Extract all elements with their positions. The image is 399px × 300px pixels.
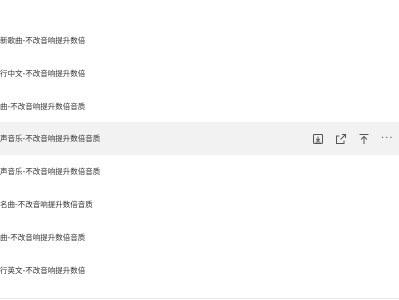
list-item[interactable]: 曲-不改音响提升数倍音质 [0,90,399,123]
divider [0,298,399,299]
playlist-title: 曲-不改音响提升数倍音质 [0,101,86,111]
download-icon[interactable] [312,133,324,145]
list-item[interactable]: 声音乐-不改音响提升数倍音质 [0,155,399,188]
list-item[interactable]: 曲-不改音响提升数倍音质 [0,221,399,254]
list-item[interactable]: 名曲-不改音响提升数倍音质 [0,188,399,221]
more-icon[interactable]: ··· [381,133,393,145]
list-item-hovered[interactable]: 声音乐-不改音响提升数倍音质 ··· [0,122,399,155]
row-actions: ··· [312,122,393,155]
playlist-title: 行英文-不改音响提升数倍 [0,265,86,275]
playlist-title: 声音乐-不改音响提升数倍音质 [0,133,101,143]
playlist-title: 声音乐-不改音响提升数倍音质 [0,166,101,176]
playlist-title: 曲-不改音响提升数倍音质 [0,232,86,242]
playlist-list: 新歌曲-不改音响提升数倍 行中文-不改音响提升数倍 曲-不改音响提升数倍音质 声… [0,0,399,300]
list-item[interactable]: 行英文-不改音响提升数倍 [0,254,399,287]
playlist-title: 行中文-不改音响提升数倍 [0,68,86,78]
pin-to-top-icon[interactable] [358,133,370,145]
list-item[interactable]: 行中文-不改音响提升数倍 [0,57,399,90]
share-icon[interactable] [335,133,347,145]
list-item[interactable]: 新歌曲-不改音响提升数倍 [0,24,399,57]
playlist-title: 新歌曲-不改音响提升数倍 [0,35,86,45]
playlist-title: 名曲-不改音响提升数倍音质 [0,199,93,209]
